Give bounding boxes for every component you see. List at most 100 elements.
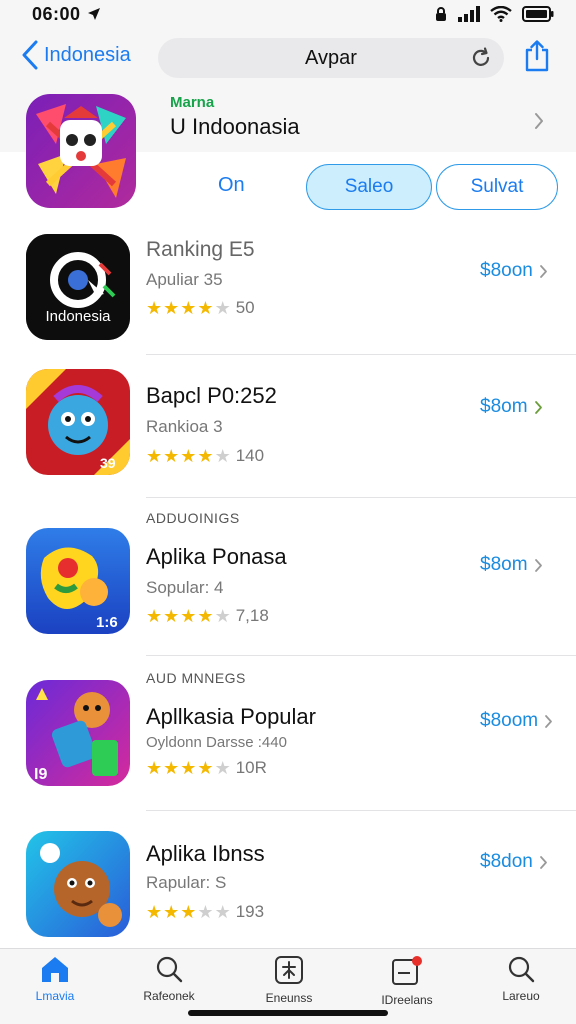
rating-stars: ★ ★ ★ ★ ★ 10R bbox=[146, 758, 267, 778]
app-subtitle: Oyldonn Darsse :440 bbox=[146, 734, 287, 751]
segment-sulvat-button[interactable]: Sulvat bbox=[436, 164, 558, 210]
star-icon: ★ bbox=[163, 606, 180, 626]
tab-label: Lareuo bbox=[502, 989, 540, 1003]
updates-icon bbox=[392, 956, 422, 985]
star-icon: ★ bbox=[163, 298, 180, 318]
price-label: $8oom bbox=[480, 710, 539, 731]
app-row[interactable]: AUD MNNEGS I9 Apllkasia Popular Oyldonn … bbox=[0, 656, 576, 811]
status-time: 06:00 bbox=[32, 3, 81, 24]
apps-icon bbox=[275, 956, 303, 984]
back-label: Indonesia bbox=[44, 43, 131, 66]
app-row[interactable]: Aplika Ibnss Rapular: S ★ ★ ★ ★ ★ 193 $8don bbox=[0, 811, 576, 948]
search-icon bbox=[156, 956, 183, 983]
star-icon: ★ bbox=[146, 298, 163, 318]
tab-search-secondary[interactable]: Lareuo bbox=[466, 955, 576, 1003]
app-title: Ranking E5 bbox=[146, 238, 255, 261]
app-icon[interactable]: 39 bbox=[26, 369, 130, 475]
app-subtitle: Rapular: S bbox=[146, 873, 227, 892]
location-arrow-icon bbox=[87, 8, 100, 20]
featured-app-artwork bbox=[26, 94, 136, 208]
chevron-right-icon bbox=[539, 264, 547, 278]
rating-count: 10R bbox=[235, 758, 267, 777]
app-row[interactable]: Indonesia Ranking E5 Apuliar 35 ★ ★ ★ ★ ★ 50… bbox=[0, 220, 576, 355]
status-bar: 06:00 bbox=[0, 0, 576, 28]
featured-title[interactable]: U Indoonasia bbox=[170, 114, 300, 140]
price-button[interactable]: $8oon bbox=[480, 260, 548, 282]
app-row[interactable]: 39 Bapcl P0:252 Rankioa 3 ★ ★ ★ ★ ★ 140 $8om bbox=[0, 355, 576, 498]
star-icon: ★ bbox=[180, 902, 197, 922]
price-label: $8om bbox=[480, 396, 528, 417]
star-icon: ★ bbox=[214, 606, 231, 626]
star-icon: ★ bbox=[146, 446, 163, 466]
app-icon-text: I9 bbox=[34, 766, 48, 783]
star-icon: ★ bbox=[146, 902, 163, 922]
app-icon-text: 1:6 bbox=[96, 614, 118, 631]
app-title: Aplika Ponasa bbox=[146, 544, 287, 569]
app-icon-text: 39 bbox=[100, 455, 116, 471]
tab-label: Eneunss bbox=[265, 991, 313, 1005]
app-title: Apllkasia Popular bbox=[146, 704, 316, 729]
wifi-icon bbox=[490, 6, 512, 22]
price-label: $8om bbox=[480, 554, 528, 575]
tab-search[interactable]: Rafeonek bbox=[114, 955, 224, 1003]
section-label: ADDUOINIGS bbox=[146, 510, 240, 526]
tab-label: IDreelans bbox=[381, 993, 433, 1007]
rating-count: 140 bbox=[235, 446, 265, 465]
price-button[interactable]: $8don bbox=[480, 851, 548, 873]
chevron-left-icon bbox=[22, 40, 38, 70]
star-icon: ★ bbox=[180, 758, 197, 778]
price-button[interactable]: $8om bbox=[480, 554, 543, 576]
app-5-artwork bbox=[26, 831, 130, 937]
section-label: AUD MNNEGS bbox=[146, 670, 246, 686]
featured-label: Marna bbox=[170, 94, 215, 111]
tab-label: Lmavia bbox=[35, 989, 75, 1003]
star-icon: ★ bbox=[163, 758, 180, 778]
reload-icon[interactable] bbox=[470, 47, 492, 69]
app-icon[interactable]: I9 bbox=[26, 680, 130, 786]
home-icon bbox=[42, 957, 68, 982]
chevron-right-icon[interactable] bbox=[534, 112, 544, 130]
nav-bar: Indonesia Avpar bbox=[0, 28, 576, 90]
segment-sales-button[interactable]: Saleo bbox=[306, 164, 432, 210]
star-icon: ★ bbox=[197, 758, 214, 778]
star-icon: ★ bbox=[197, 606, 214, 626]
app-title: Aplika Ibnss bbox=[146, 841, 265, 866]
status-right bbox=[434, 6, 554, 22]
star-icon: ★ bbox=[146, 758, 163, 778]
app-subtitle: Apuliar 35 bbox=[146, 270, 223, 289]
chevron-right-icon bbox=[534, 558, 542, 572]
star-icon: ★ bbox=[197, 298, 214, 318]
battery-icon bbox=[522, 6, 554, 22]
chevron-right-icon bbox=[539, 855, 547, 869]
app-title: Bapcl P0:252 bbox=[146, 383, 277, 408]
star-icon: ★ bbox=[197, 446, 214, 466]
rating-stars: ★ ★ ★ ★ ★ 50 bbox=[146, 298, 255, 318]
price-button[interactable]: $8oom bbox=[480, 710, 553, 732]
back-button[interactable]: Indonesia bbox=[22, 40, 131, 70]
star-icon: ★ bbox=[214, 758, 231, 778]
search-icon bbox=[508, 956, 535, 983]
app-icon[interactable]: Indonesia bbox=[26, 234, 130, 340]
tab-home[interactable]: Lmavia bbox=[0, 955, 110, 1003]
star-icon: ★ bbox=[180, 298, 197, 318]
signal-icon bbox=[458, 6, 480, 22]
price-button[interactable]: $8om bbox=[480, 396, 543, 418]
tab-apps[interactable]: Eneunss bbox=[234, 955, 344, 1005]
app-icon[interactable] bbox=[26, 831, 130, 937]
share-icon[interactable] bbox=[524, 40, 550, 72]
tab-updates[interactable]: IDreelans bbox=[352, 955, 462, 1007]
star-icon: ★ bbox=[180, 606, 197, 626]
home-indicator[interactable] bbox=[188, 1010, 388, 1016]
star-icon: ★ bbox=[146, 606, 163, 626]
app-subtitle: Sopular: 4 bbox=[146, 578, 224, 597]
chevron-right-icon bbox=[545, 714, 553, 728]
lock-icon bbox=[436, 7, 446, 21]
search-field[interactable]: Avpar bbox=[158, 38, 504, 78]
rating-stars: ★ ★ ★ ★ ★ 193 bbox=[146, 902, 264, 922]
featured-app-icon[interactable] bbox=[26, 94, 136, 208]
app-row[interactable]: ADDUOINIGS 1:6 Aplika Ponasa Sopular: 4 … bbox=[0, 498, 576, 656]
star-icon: ★ bbox=[214, 446, 231, 466]
app-icon[interactable]: 1:6 bbox=[26, 528, 130, 634]
price-label: $8don bbox=[480, 851, 533, 872]
segment-on[interactable]: On bbox=[218, 174, 245, 197]
